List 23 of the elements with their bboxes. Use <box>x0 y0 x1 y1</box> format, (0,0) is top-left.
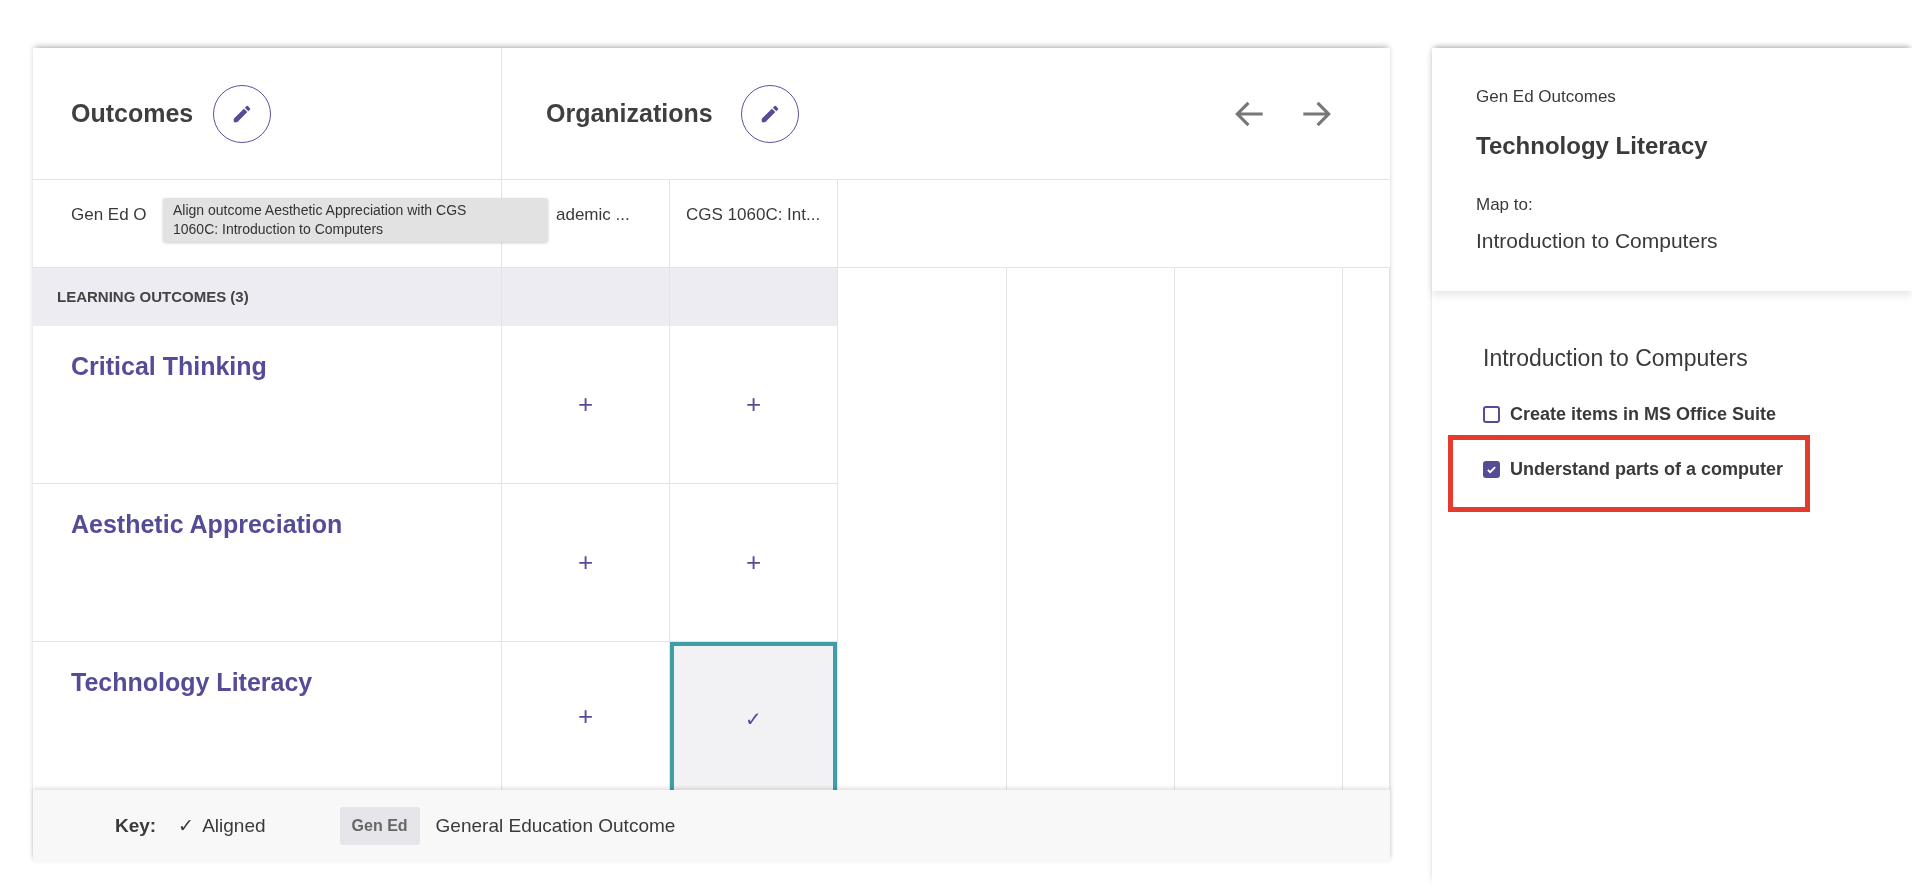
outcome-link[interactable]: Technology Literacy <box>71 668 313 696</box>
aligned-label: Aligned <box>202 813 266 838</box>
outcomes-heading: Outcomes <box>71 97 194 129</box>
tag-description: General Education Outcome <box>435 813 676 838</box>
tooltip: Align outcome Aesthetic Appreciation with CGS 1060C: Introduction to Computers <box>163 198 548 242</box>
checkmark-icon <box>1486 464 1497 475</box>
section-label: LEARNING OUTCOMES (3) <box>33 268 838 326</box>
key-label: Key: <box>115 813 157 838</box>
outcome-title: Technology Literacy <box>1476 130 1709 161</box>
course-title: Introduction to Computers <box>1483 343 1749 373</box>
map-target: Introduction to Computers <box>1476 228 1719 254</box>
organizations-heading: Organizations <box>546 97 713 129</box>
category-label: Gen Ed Outcomes <box>1476 86 1617 108</box>
gen-ed-tag: Gen Ed <box>339 807 420 845</box>
outcome-link[interactable]: Aesthetic Appreciation <box>71 510 343 538</box>
checkbox-label[interactable]: Create items in MS Office Suite <box>1510 401 1777 428</box>
aligned-cell-button[interactable]: ✓ <box>670 642 837 790</box>
outcome-link[interactable]: Critical Thinking <box>71 352 267 380</box>
checkbox[interactable] <box>1483 406 1500 423</box>
checkbox-label[interactable]: Understand parts of a computer <box>1510 456 1784 483</box>
map-label: Map to: <box>1476 193 1534 216</box>
checkmark-icon: ✓ <box>178 811 195 841</box>
checkbox[interactable] <box>1483 461 1500 478</box>
